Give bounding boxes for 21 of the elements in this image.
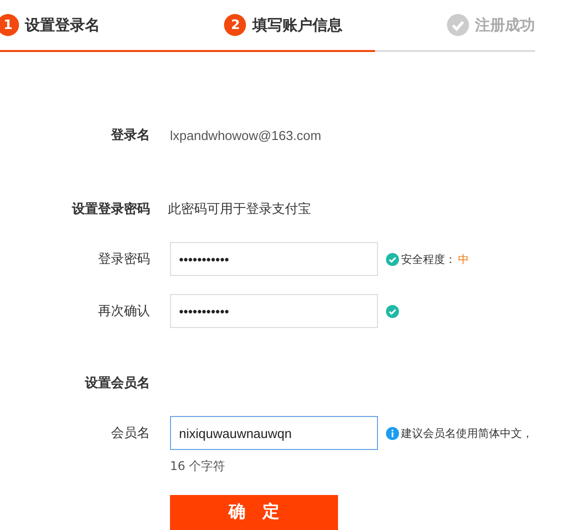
input-field[interactable]: ••••••••••• [170, 294, 378, 328]
step-label: 注册成功 [475, 16, 535, 34]
char-count: 16 个字符 [170, 458, 226, 475]
field-label: 再次确认 [97, 303, 150, 320]
step-number: 2 [224, 14, 246, 36]
step-label: 填写账户信息 [252, 16, 342, 34]
field-label: 登录名 [110, 127, 150, 144]
input-field[interactable]: nixiquwauwnauwqn [170, 416, 378, 450]
hint-text: 安全程度： [401, 252, 456, 266]
step-label: 设置登录名 [25, 16, 100, 34]
login-name-value: lxpandwhowow@163.com [170, 128, 322, 142]
step-number: 1 [0, 14, 19, 36]
section-note: 此密码可用于登录支付宝 [168, 201, 311, 218]
field-label: 登录密码 [97, 251, 150, 268]
input-field[interactable]: ••••••••••• [170, 242, 378, 276]
section-title: 设置登录密码 [70, 200, 150, 218]
strength-level: 中 [458, 252, 469, 266]
confirm-button[interactable]: 确 定 [170, 495, 338, 530]
section-title: 设置会员名 [84, 375, 150, 392]
field-label: 会员名 [110, 425, 150, 442]
hint-text: 建议会员名使用简体中文， [401, 426, 533, 440]
